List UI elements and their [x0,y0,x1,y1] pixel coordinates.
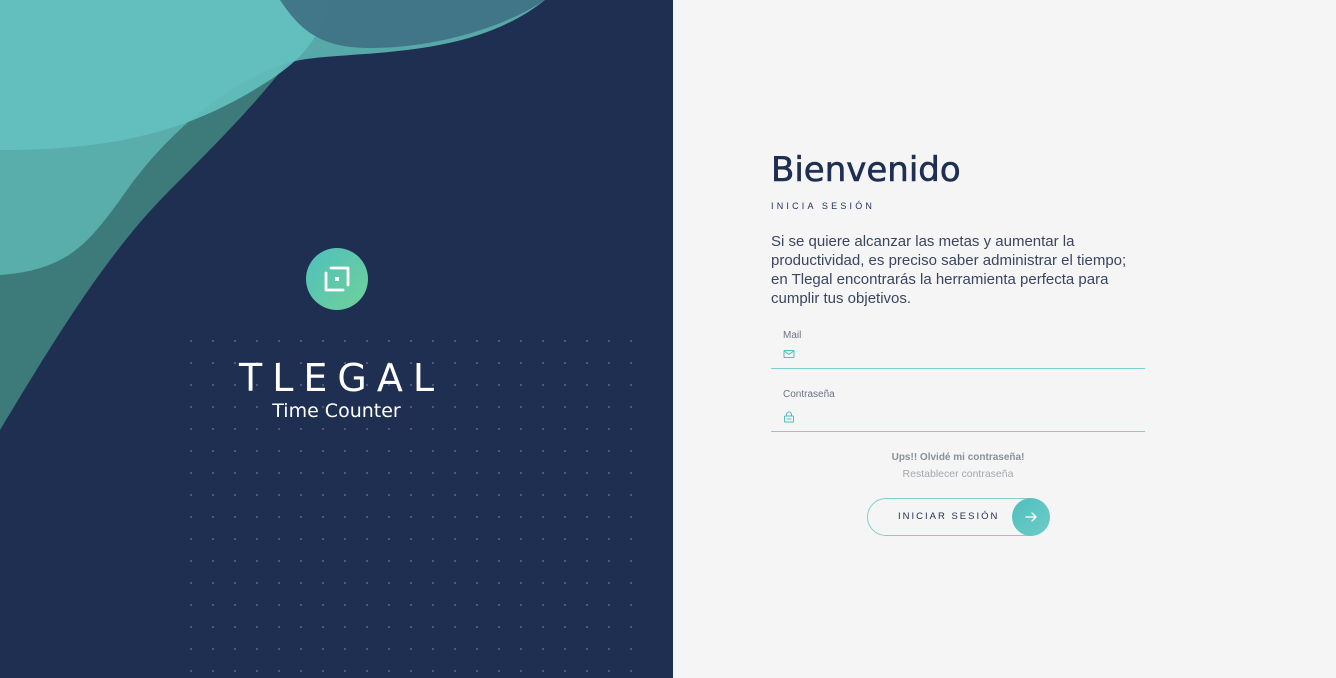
password-field[interactable]: Contraseña [771,389,1145,432]
page-title: Bienvenido [771,150,961,191]
tlegal-logo-icon [305,248,368,310]
reset-password-link[interactable]: Restablecer contraseña [903,468,1014,480]
email-field[interactable]: Mail [771,330,1145,369]
page-subtitle: INICIA SESIÓN [771,201,876,211]
arrow-right-icon[interactable] [1011,497,1050,536]
forgot-password-block: Ups!! Olvidé mi contraseña! Restablecer … [771,452,1145,482]
login-button[interactable]: INICIAR SESIÓN [867,497,1050,536]
login-panel: Bienvenido INICIA SESIÓN Si se quiere al… [673,0,1336,678]
brand-panel: TLEGAL Time Counter [0,0,673,678]
email-label: Mail [783,330,802,341]
brand-subtitle: Time Counter [272,400,401,422]
password-label: Contraseña [783,389,835,400]
intro-text: Si se quiere alcanzar las metas y aument… [771,233,1127,307]
login-button-label: INICIAR SESIÓN [898,511,1000,522]
mail-icon [783,350,795,358]
login-page: TLEGAL Time Counter Bienvenido INICIA SE… [0,0,1336,678]
password-input[interactable] [801,407,1145,427]
brand-name: TLEGAL [238,356,444,400]
login-form: Bienvenido INICIA SESIÓN Si se quiere al… [771,150,1145,536]
email-input[interactable] [801,344,1145,364]
forgot-password-text: Ups!! Olvidé mi contraseña! [891,452,1025,463]
brand-block: TLEGAL Time Counter [0,248,673,422]
lock-icon [784,411,794,423]
